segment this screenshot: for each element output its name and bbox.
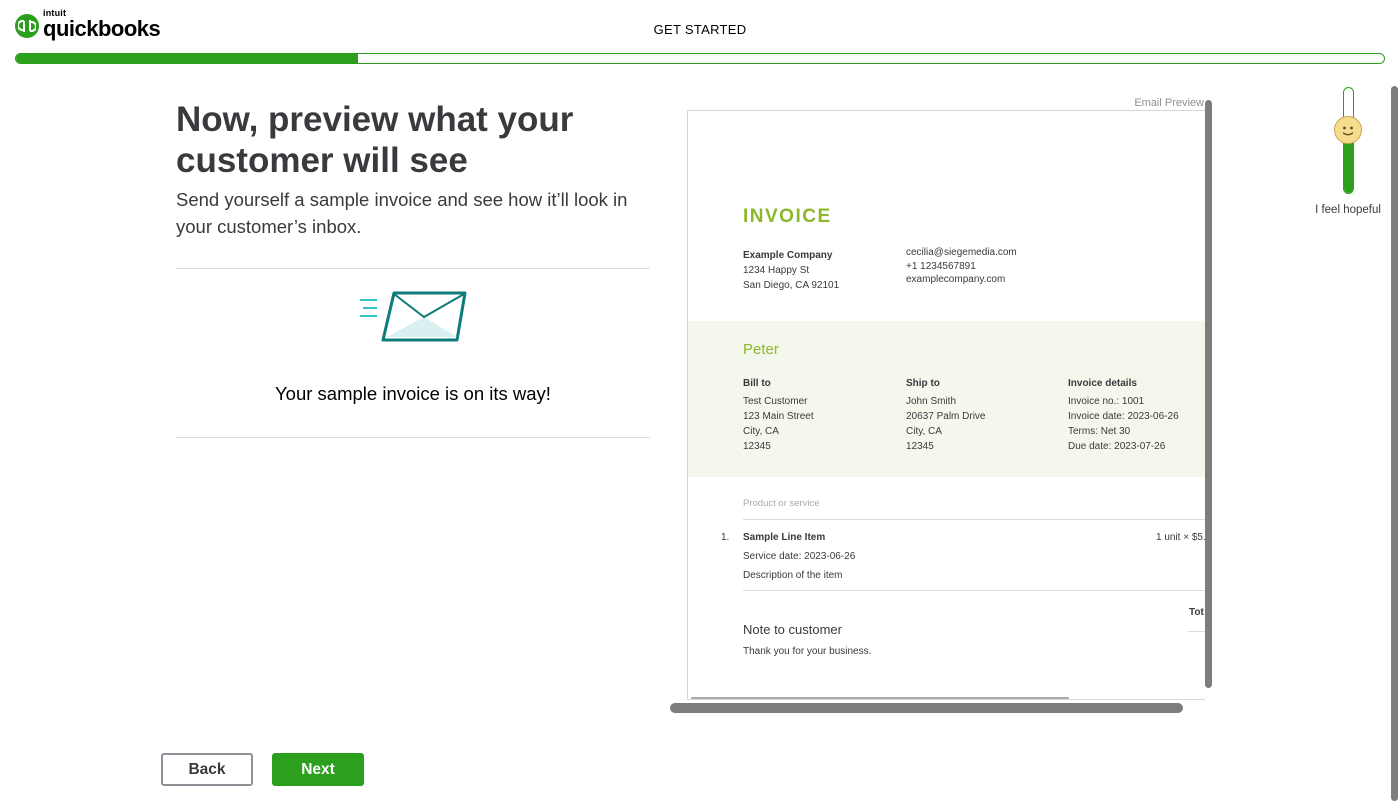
line-item-service-date: Service date: 2023-06-26 (743, 551, 856, 562)
note-text: Thank you for your business. (743, 646, 872, 657)
company-info: Example Company 1234 Happy St San Diego,… (743, 248, 839, 293)
mood-label: I feel hopeful (1315, 204, 1381, 216)
bill-to-city: City, CA (743, 426, 779, 437)
ship-to-heading: Ship to (906, 378, 940, 389)
page-header-title: GET STARTED (653, 22, 747, 37)
company-phone: +1 1234567891 (906, 260, 976, 272)
invoice-number: Invoice no.: 1001 (1068, 396, 1145, 407)
line-item-number: 1. (721, 532, 730, 543)
ship-to-name: John Smith (906, 396, 957, 407)
bill-to-zip: 12345 (743, 441, 771, 452)
invoice-title: INVOICE (743, 206, 832, 227)
next-button[interactable]: Next (272, 753, 364, 786)
inner-horizontal-scrollbar[interactable] (691, 697, 1069, 699)
company-email: cecilia@siegemedia.com (906, 247, 1017, 258)
company-name: Example Company (743, 250, 833, 261)
smiley-face-icon[interactable] (1334, 116, 1362, 144)
email-preview-label: Email Preview (1134, 97, 1204, 109)
line-item: Sample Line Item Service date: 2023-06-2… (743, 530, 855, 587)
ship-to-street: 20637 Palm Drive (906, 411, 986, 422)
bill-to-name: Test Customer (743, 396, 808, 407)
company-contact: cecilia@siegemedia.com +1 1234567891 exa… (906, 246, 1017, 287)
customer-name: Peter (743, 341, 779, 358)
preview-vertical-scrollbar[interactable] (1205, 100, 1212, 688)
note-title: Note to customer (743, 622, 842, 637)
total-label: Tot (1189, 607, 1204, 618)
bill-to-street: 123 Main Street (743, 411, 814, 422)
invoice-details-heading: Invoice details (1068, 378, 1137, 389)
line-item-description: Description of the item (743, 570, 843, 581)
envelope-icon (357, 289, 469, 345)
invoice-terms: Terms: Net 30 (1068, 426, 1131, 437)
bottom-divider (176, 437, 650, 438)
bill-to-block: Bill to Test Customer 123 Main Street Ci… (743, 376, 814, 454)
company-street: 1234 Happy St (743, 265, 810, 276)
progress-fill (16, 54, 358, 63)
product-column-header: Product or service (743, 498, 820, 509)
company-website: examplecompany.com (906, 274, 1006, 285)
ship-to-zip: 12345 (906, 441, 934, 452)
top-divider (176, 268, 650, 269)
preview-horizontal-scrollbar[interactable] (670, 703, 1183, 713)
invoice-date: Invoice date: 2023-06-26 (1068, 411, 1179, 422)
page-headline: Now, preview what your customer will see (176, 100, 574, 180)
invoice-preview[interactable]: INVOICE Example Company 1234 Happy St Sa… (687, 110, 1205, 700)
invoice-details-block: Invoice details Invoice no.: 1001 Invoic… (1068, 376, 1179, 454)
page-vertical-scrollbar[interactable] (1391, 86, 1398, 801)
invoice-due-date: Due date: 2023-07-26 (1068, 441, 1166, 452)
company-city: San Diego, CA 92101 (743, 280, 840, 291)
line-item-quantity-price: 1 unit × $5. (1156, 532, 1205, 543)
ship-to-city: City, CA (906, 426, 942, 437)
line-item-name: Sample Line Item (743, 532, 826, 543)
page-subtext: Send yourself a sample invoice and see h… (176, 189, 628, 237)
bill-to-heading: Bill to (743, 378, 771, 389)
total-rule (1188, 631, 1205, 632)
back-button[interactable]: Back (161, 753, 253, 786)
invoice-sent-message: Your sample invoice is on its way! (275, 383, 551, 404)
logo-brand-text: intuit (43, 8, 67, 18)
line-item-rule (743, 590, 1205, 591)
product-header-rule (743, 519, 1205, 520)
setup-progress-bar (15, 53, 1385, 64)
ship-to-block: Ship to John Smith 20637 Palm Drive City… (906, 376, 985, 454)
